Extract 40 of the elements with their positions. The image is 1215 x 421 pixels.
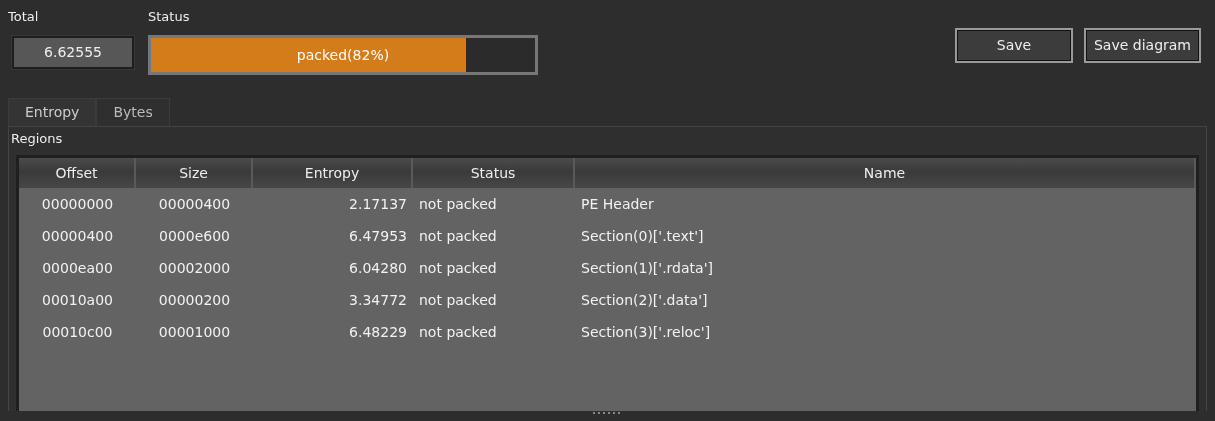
splitter-grip-icon[interactable] xyxy=(592,411,623,415)
table-cell-text: Section(1)['.rdata'] xyxy=(580,258,714,278)
total-value-field: 6.62555 xyxy=(12,36,134,69)
table-cell-text: 00001000 xyxy=(157,322,232,342)
tab[interactable]: Bytes xyxy=(96,98,170,126)
table-cell-text: not packed xyxy=(418,322,498,342)
regions-title: Regions xyxy=(11,131,64,147)
table-cell-text: 00000400 xyxy=(157,194,232,214)
table-cell-text: Section(2)['.data'] xyxy=(580,290,709,310)
table-cell-text: PE Header xyxy=(580,194,655,214)
table-cell-text: 00002000 xyxy=(157,258,232,278)
table-cell-text: 6.47953 xyxy=(348,226,408,246)
column-header[interactable]: Offset xyxy=(19,158,136,188)
table-cell-text: not packed xyxy=(418,194,498,214)
table-cell-text: 00010c00 xyxy=(41,322,114,342)
table-cell-text: Section(0)['.text'] xyxy=(580,226,705,246)
table-cell-text: 00000000 xyxy=(40,194,115,214)
table-cell-text: 00000200 xyxy=(157,290,232,310)
table-cell-text: 6.04280 xyxy=(348,258,408,278)
table-cell-text: 0000e600 xyxy=(158,226,231,246)
table-cell-text: 00010a00 xyxy=(41,290,114,310)
table-cell-text: 2.17137 xyxy=(348,194,408,214)
table-cell-text: 0000ea00 xyxy=(41,258,114,278)
column-header[interactable]: Name xyxy=(575,158,1196,188)
table-cell-text: not packed xyxy=(418,226,498,246)
table-cell-text: not packed xyxy=(418,290,498,310)
total-label: Total xyxy=(8,8,40,26)
column-header[interactable]: Entropy xyxy=(253,158,413,188)
status-label: Status xyxy=(148,8,191,26)
column-header[interactable]: Size xyxy=(136,158,253,188)
table-cell-text: 3.34772 xyxy=(348,290,408,310)
save-button[interactable]: Save xyxy=(954,28,1073,63)
table-cell-text: not packed xyxy=(418,258,498,278)
progress-text: packed(82%) xyxy=(296,45,390,65)
save-diagram-button[interactable]: Save diagram xyxy=(1083,28,1201,63)
column-header[interactable]: Status xyxy=(413,158,575,188)
tab[interactable]: Entropy xyxy=(8,98,97,126)
table-cell-text: 00000400 xyxy=(40,226,115,246)
table-cell-text: 6.48229 xyxy=(348,322,408,342)
table-cell-text: Section(3)['.reloc'] xyxy=(580,322,712,342)
